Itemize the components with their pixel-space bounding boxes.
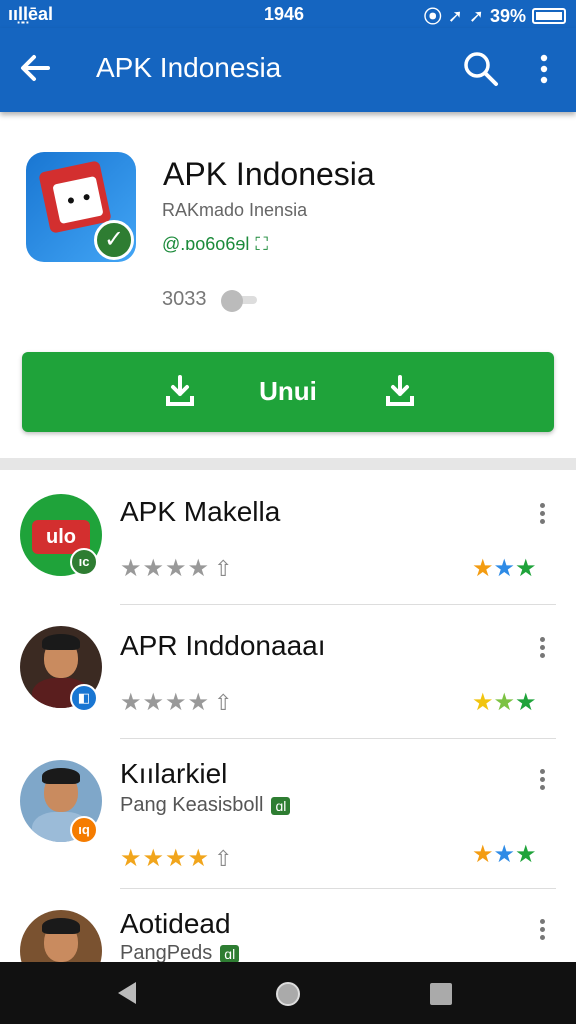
rating-stars-icon: ★★★ (472, 555, 537, 582)
section-divider (0, 458, 576, 470)
person-avatar (20, 910, 102, 962)
list-item[interactable]: Aotidead PangPeds ɑl (0, 906, 576, 962)
item-divider (120, 604, 556, 605)
download-icon (384, 374, 416, 408)
verified-tag-icon: ɑl (271, 796, 291, 815)
item-menu-icon[interactable] (532, 500, 552, 530)
share-icon: ⇧ (214, 556, 234, 581)
item-menu-icon[interactable] (532, 916, 552, 946)
back-arrow-icon[interactable] (18, 48, 54, 88)
nav-back-icon[interactable] (118, 982, 136, 1004)
verified-tag-icon: ɑl (220, 944, 240, 962)
download-count: 3033 (162, 288, 261, 312)
toolbar-title: APK Indonesia (96, 52, 282, 83)
star-rating: ★★★★ ⇧ (120, 845, 234, 872)
location-arrow-icon: ➚ (468, 5, 484, 26)
item-subtitle: PangPeds ɑl (120, 942, 240, 962)
app-bar: APK Indonesia (0, 28, 576, 112)
item-menu-icon[interactable] (532, 766, 552, 796)
app-icon: ✓ (26, 152, 136, 262)
clock: 1946 (264, 4, 305, 24)
install-label: Unui (259, 376, 317, 406)
system-nav-bar (0, 962, 576, 1024)
app-badge-icon: ıq (70, 816, 98, 844)
item-menu-icon[interactable] (532, 634, 552, 664)
developer-name: @.ɒo6o6ɘl (162, 234, 250, 254)
item-title: APK Makella (120, 496, 281, 527)
list-item[interactable]: ulo ıc APK Makella ★★★★ ⇧ ★★★ (0, 488, 576, 605)
battery-icon (532, 8, 566, 24)
count-value: 3033 (162, 288, 207, 310)
star-rating: ★★★★ ⇧ (120, 555, 234, 582)
star-rating: ★★★★ ⇧ (120, 689, 234, 716)
item-title: Kıılarkiel (120, 758, 228, 789)
rating-stars-icon: ★★★ (472, 841, 537, 868)
status-bar: ııl̤l̤ēal 1946 ⦿ ➚ ➚ 39% (0, 0, 576, 28)
app-subtitle: RAKmado Inensia (162, 200, 308, 220)
verified-check-icon: ✓ (94, 220, 134, 260)
status-icons: ⦿ ➚ ➚ 39% (424, 3, 566, 29)
item-title: APR Inddonaaaı (120, 630, 326, 661)
share-icon: ⇧ (214, 846, 234, 871)
alarm-icon: ⦿ (423, 7, 442, 27)
signal-indicator: ııl̤l̤ēal (8, 4, 54, 24)
verified-badge-icon: ⛶ (255, 234, 268, 254)
app-name: APK Indonesia (163, 156, 375, 192)
list-item[interactable]: ıq Kıılarkiel Pang Keasisboll ɑl ★★★★ ⇧ ★★… (0, 756, 576, 889)
developer-link[interactable]: @.ɒo6o6ɘl ⛶ (162, 234, 268, 255)
overflow-menu-icon[interactable] (532, 50, 556, 88)
list-item[interactable]: ◧ APR Inddonaaaı ★★★★ ⇧ ★★★ (0, 622, 576, 739)
app-badge-icon: ◧ (70, 684, 98, 712)
item-title: Aotidead (120, 908, 231, 939)
nav-recents-icon[interactable] (430, 983, 452, 1005)
item-divider (120, 738, 556, 739)
item-subtitle: Pang Keasisboll ɑl (120, 794, 291, 817)
share-icon: ⇧ (214, 690, 234, 715)
item-divider (120, 888, 556, 889)
search-icon[interactable] (462, 50, 500, 88)
nav-home-icon[interactable] (276, 982, 300, 1006)
app-badge-icon: ıc (70, 548, 98, 576)
toggle-switch[interactable] (220, 289, 261, 312)
rating-stars-icon: ★★★ (472, 689, 537, 716)
location-icon: ➚ (447, 5, 463, 26)
battery-percent: 39% (489, 5, 526, 26)
screen: ııl̤l̤ēal 1946 ⦿ ➚ ➚ 39% APK Indonesia ✓… (0, 0, 576, 1024)
install-button[interactable]: Unui (22, 352, 554, 432)
